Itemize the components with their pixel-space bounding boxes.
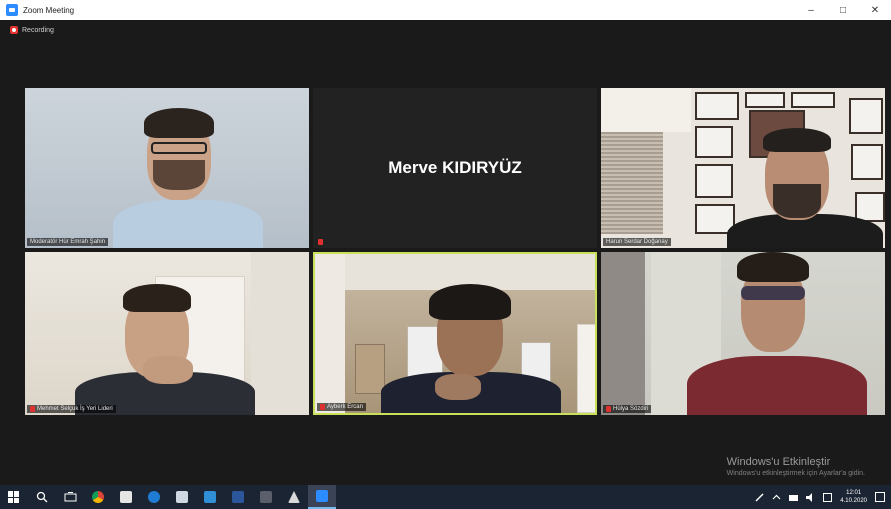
- system-tray: 12:01 4.10.2020: [755, 485, 891, 509]
- mic-muted-icon: [606, 406, 611, 412]
- start-button[interactable]: [0, 485, 28, 509]
- acrobat-icon: [288, 491, 300, 503]
- network-icon[interactable]: [789, 493, 799, 502]
- participant-name-tag: Moderatör Hür Emrah Şahin: [27, 238, 109, 246]
- minimize-button[interactable]: –: [795, 0, 827, 20]
- taskbar-app-edge[interactable]: [140, 485, 168, 509]
- taskbar-app-mail[interactable]: [168, 485, 196, 509]
- close-button[interactable]: ✕: [859, 0, 891, 20]
- video-tile-3[interactable]: Harun Serdar Doğanay: [601, 88, 885, 248]
- participant-name-tag: Ayberk Ercan: [317, 403, 366, 411]
- recording-label: Recording: [22, 26, 54, 34]
- chevron-up-icon[interactable]: [772, 493, 781, 502]
- participant-name: Hülya Sözdiri: [613, 406, 649, 412]
- zoom-icon: [316, 490, 328, 502]
- video-tile-1[interactable]: Moderatör Hür Emrah Şahin: [25, 88, 309, 248]
- activation-title: Windows'u Etkinleştir: [726, 456, 831, 468]
- meeting-view: Recording Moderatör Hür Emrah Şahin Merv…: [0, 20, 891, 485]
- store-icon: [120, 491, 132, 503]
- zoom-app-icon: [6, 4, 18, 16]
- activation-subtitle: Windows'u etkinleştirmek için Ayarlar'a …: [726, 470, 865, 477]
- file-explorer-icon: [204, 491, 216, 503]
- window-controls: – □ ✕: [795, 0, 891, 20]
- pen-icon[interactable]: [755, 492, 764, 502]
- edge-icon: [148, 491, 160, 503]
- participant-name-tag: Mehmet Selçuk İş Yeri Lideri: [27, 405, 116, 413]
- video-tile-2[interactable]: Merve KIDIRYÜZ: [313, 88, 597, 248]
- volume-icon[interactable]: [806, 492, 815, 502]
- mic-muted-icon: [30, 406, 35, 412]
- mail-icon: [176, 491, 188, 503]
- taskbar-app-media[interactable]: [252, 485, 280, 509]
- windows-taskbar: 12:01 4.10.2020: [0, 485, 891, 509]
- taskbar-app-store[interactable]: [112, 485, 140, 509]
- media-icon: [260, 491, 272, 503]
- taskbar-app-word[interactable]: [224, 485, 252, 509]
- recording-indicator[interactable]: Recording: [10, 26, 54, 34]
- windows-start-icon: [8, 491, 20, 503]
- participant-name-tag: [315, 238, 326, 246]
- participant-name: Mehmet Selçuk İş Yeri Lideri: [37, 406, 113, 412]
- participant-name: Harun Serdar Doğanay: [606, 239, 668, 245]
- maximize-button[interactable]: □: [827, 0, 859, 20]
- participant-name-tag: Hülya Sözdiri: [603, 405, 652, 413]
- windows-activation-watermark: Windows'u Etkinleştir Windows'u etkinleş…: [727, 456, 865, 477]
- notification-center-icon[interactable]: [875, 492, 885, 502]
- task-view-button[interactable]: [56, 485, 84, 509]
- window-title: Zoom Meeting: [23, 5, 75, 15]
- video-tile-4[interactable]: Mehmet Selçuk İş Yeri Lideri: [25, 252, 309, 415]
- taskbar-app-explorer[interactable]: [196, 485, 224, 509]
- taskbar-app-acrobat[interactable]: [280, 485, 308, 509]
- taskbar-app-zoom[interactable]: [308, 485, 336, 509]
- window-blinds: [601, 132, 663, 234]
- search-button[interactable]: [28, 485, 56, 509]
- search-icon: [36, 491, 48, 503]
- taskbar-app-chrome[interactable]: [84, 485, 112, 509]
- chrome-icon: [92, 491, 104, 503]
- clock-time: 12:01: [846, 490, 862, 496]
- participant-name: Ayberk Ercan: [327, 404, 363, 410]
- word-icon: [232, 491, 244, 503]
- video-tile-6[interactable]: Hülya Sözdiri: [601, 252, 885, 415]
- language-icon[interactable]: [823, 492, 833, 502]
- mic-muted-icon: [318, 239, 323, 245]
- task-view-icon: [64, 491, 76, 501]
- video-tile-5-active-speaker[interactable]: Ayberk Ercan: [313, 252, 597, 415]
- clock[interactable]: 12:01 4.10.2020: [840, 489, 867, 505]
- participant-name: Moderatör Hür Emrah Şahin: [30, 239, 106, 245]
- window-titlebar: Zoom Meeting – □ ✕: [0, 0, 891, 20]
- participant-name-tag: Harun Serdar Doğanay: [603, 238, 671, 246]
- mic-muted-icon: [320, 404, 325, 410]
- participant-name-card: Merve KIDIRYÜZ: [388, 158, 522, 177]
- record-icon: [10, 26, 18, 34]
- clock-date: 4.10.2020: [840, 498, 867, 504]
